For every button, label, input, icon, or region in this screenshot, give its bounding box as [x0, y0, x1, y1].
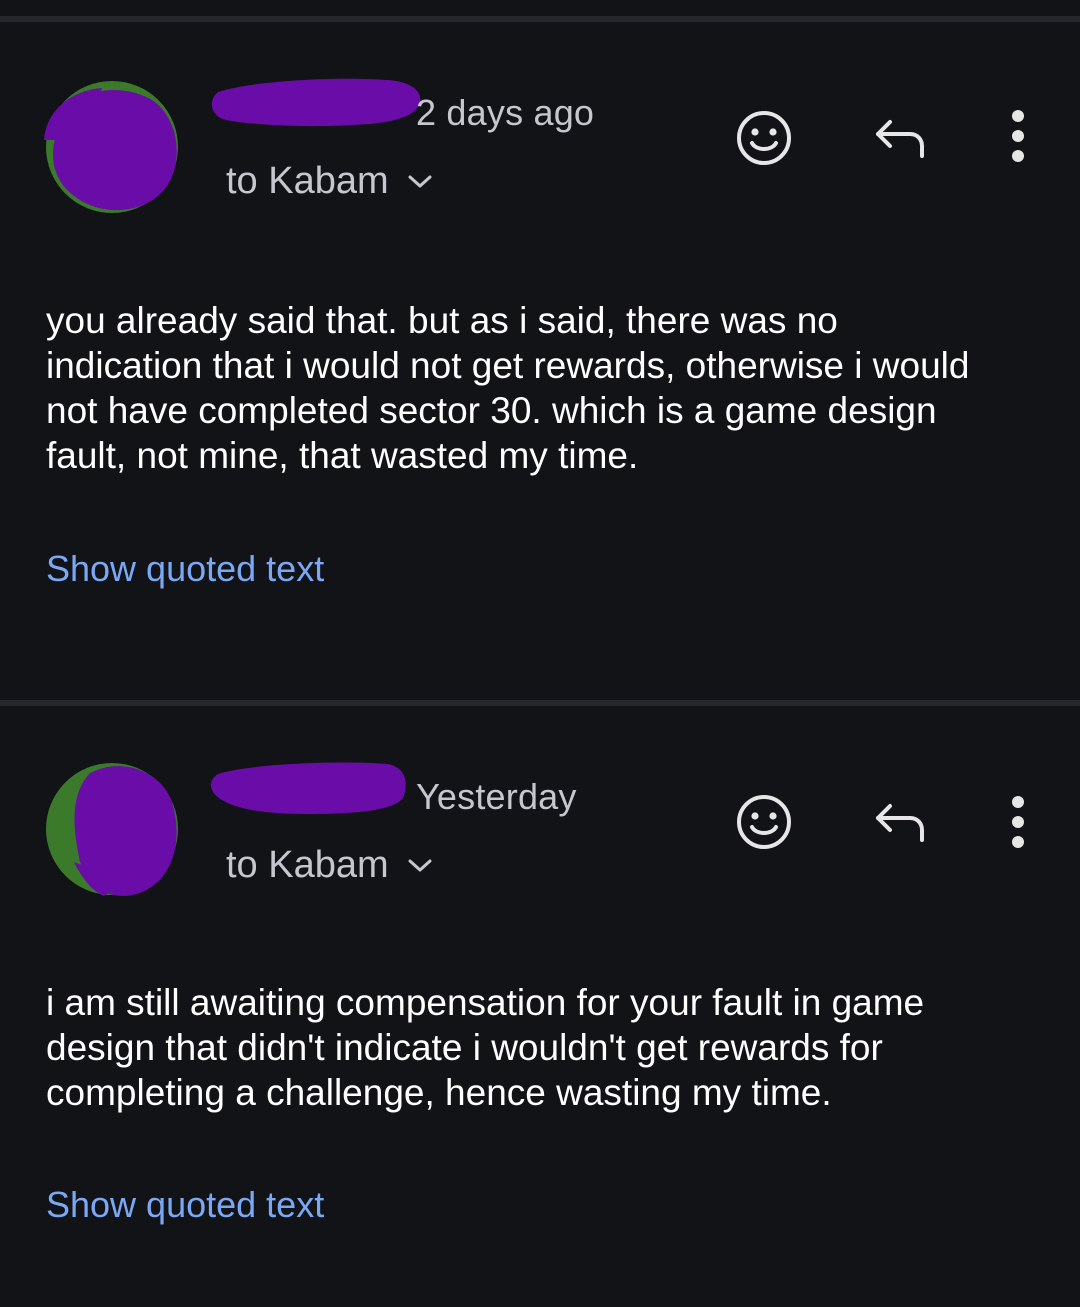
- sender-name-redacted: [208, 70, 424, 130]
- recipient-line[interactable]: to Kabam: [226, 160, 433, 203]
- sender-avatar[interactable]: [42, 80, 180, 214]
- message-timestamp: 2 days ago: [416, 92, 595, 133]
- message-divider: [0, 700, 1080, 706]
- more-options-icon[interactable]: [988, 792, 1048, 852]
- chevron-down-icon[interactable]: [407, 858, 433, 874]
- show-quoted-text-link[interactable]: Show quoted text: [46, 548, 324, 590]
- message-timestamp: Yesterday: [416, 776, 577, 817]
- recipient-label: to Kabam: [226, 844, 389, 886]
- show-quoted-text-link[interactable]: Show quoted text: [46, 1184, 324, 1226]
- recipient-line[interactable]: to Kabam: [226, 844, 433, 887]
- message-body: i am still awaiting compensation for you…: [46, 982, 925, 1113]
- top-divider: [0, 16, 1080, 22]
- emoji-reaction-icon[interactable]: [734, 108, 794, 168]
- emoji-reaction-icon[interactable]: [734, 792, 794, 852]
- sender-name-redacted: [208, 756, 408, 820]
- reply-icon[interactable]: [870, 792, 930, 852]
- sender-avatar[interactable]: [44, 762, 182, 896]
- chevron-down-icon[interactable]: [407, 174, 433, 190]
- more-options-icon[interactable]: [988, 106, 1048, 166]
- recipient-label: to Kabam: [226, 160, 389, 202]
- reply-icon[interactable]: [870, 108, 930, 168]
- message-body: you already said that. but as i said, th…: [46, 300, 970, 476]
